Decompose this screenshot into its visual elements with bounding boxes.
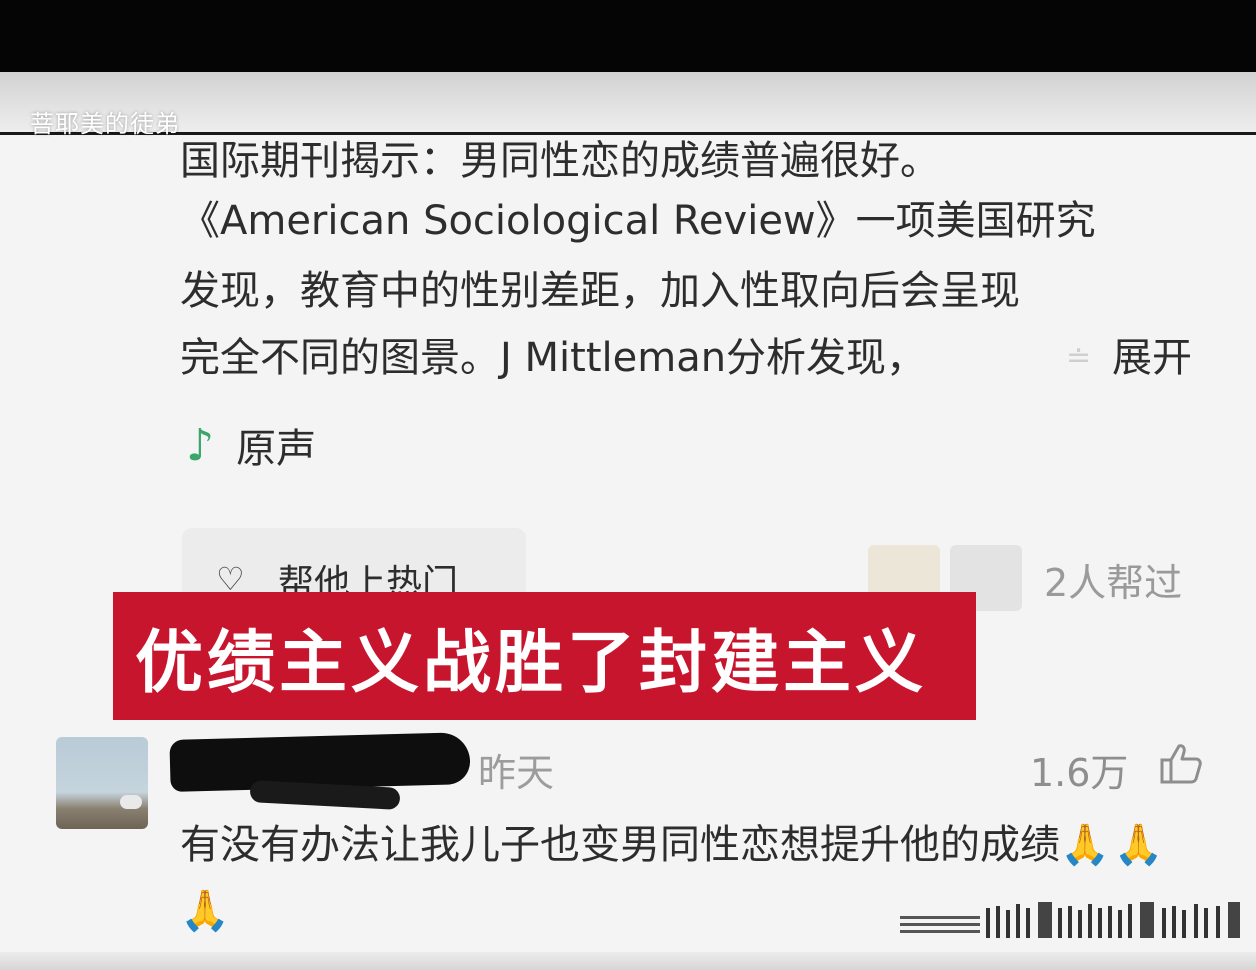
- original-sound-link[interactable]: ♪ 原声: [186, 415, 316, 475]
- top-black-bar: [0, 0, 1256, 72]
- commenter-avatar[interactable]: [56, 737, 148, 829]
- post-text-line-4: 完全不同的图景。J Mittleman分析发现，: [180, 335, 927, 381]
- avatar-detail: [120, 795, 142, 809]
- bottom-edge: [0, 952, 1256, 970]
- comment-body: 有没有办法让我儿子也变男同性恋想提升他的成绩: [180, 822, 1060, 868]
- header-area: [0, 72, 1256, 134]
- watermark-text: 菩耶美的徒弟: [30, 110, 180, 138]
- expand-button[interactable]: 展开: [1112, 325, 1192, 391]
- thumbs-up-icon[interactable]: [1158, 740, 1204, 786]
- sound-label: 原声: [236, 426, 317, 472]
- post-text-line-3: 发现，教育中的性别差距，加入性取向后会呈现: [180, 268, 1020, 314]
- post-text-line-2: 《American Sociological Review》一项美国研究: [180, 198, 1096, 244]
- helpers-count[interactable]: 2人帮过: [1044, 552, 1182, 607]
- like-count: 1.6万: [1030, 751, 1129, 795]
- caption-banner: 优绩主义战胜了封建主义: [113, 592, 976, 720]
- post-text-line-1: 国际期刊揭示：男同性恋的成绩普遍很好。: [180, 138, 940, 184]
- music-note-icon: ♪: [186, 419, 215, 471]
- platform-logo-watermark: [900, 902, 1240, 938]
- ellipsis-icon: ≐: [1066, 340, 1092, 375]
- comment-time: 昨天: [478, 751, 555, 795]
- caption-text: 优绩主义战胜了封建主义: [135, 623, 928, 703]
